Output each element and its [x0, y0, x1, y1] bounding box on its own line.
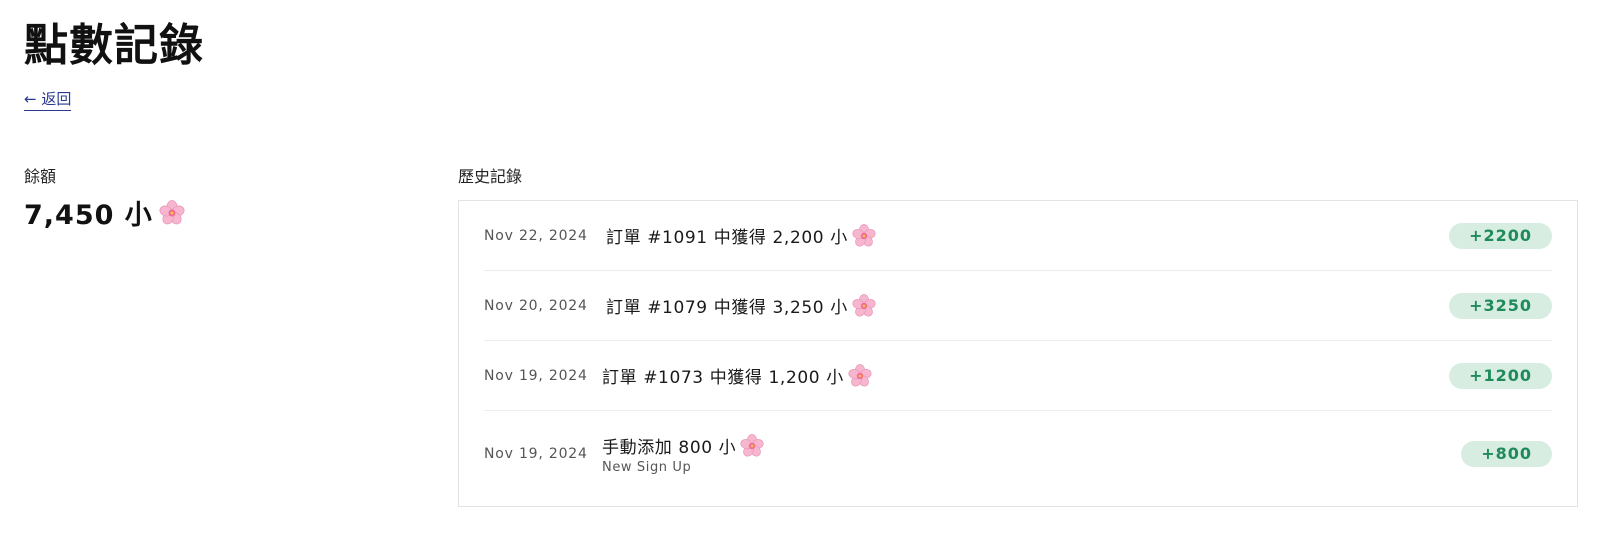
entry-description-main: 訂單 #1091 中獲得 2,200 小 — [606, 223, 1449, 248]
cherry-blossom-icon — [158, 199, 185, 226]
amount-badge: +3250 — [1449, 292, 1552, 319]
entry-date: Nov 22, 2024 — [484, 227, 588, 244]
amount-badge: +2200 — [1449, 222, 1552, 249]
history-row: Nov 20, 2024 訂單 #1079 中獲得 3,250 小 +3250 — [484, 271, 1552, 341]
entry-description-text: 訂單 #1091 中獲得 2,200 小 — [606, 228, 848, 248]
entry-description: 手動添加 800 小 New Sign Up — [602, 433, 1461, 475]
history-list: Nov 22, 2024 訂單 #1091 中獲得 2,200 小 +2200 … — [458, 200, 1578, 507]
entry-date: Nov 19, 2024 — [484, 446, 588, 462]
history-row: Nov 22, 2024 訂單 #1091 中獲得 2,200 小 +2200 — [484, 201, 1552, 271]
cherry-blossom-icon — [847, 363, 872, 388]
page-title: 點數記錄 — [24, 20, 204, 71]
cherry-blossom-icon — [740, 433, 765, 458]
entry-description: 訂單 #1079 中獲得 3,250 小 — [606, 293, 1449, 318]
history-row: Nov 19, 2024 訂單 #1073 中獲得 1,200 小 +1200 — [484, 341, 1552, 411]
history-row: Nov 19, 2024 手動添加 800 小 New Sign Up +800 — [484, 411, 1552, 497]
entry-description-text: 訂單 #1073 中獲得 1,200 小 — [602, 368, 844, 388]
amount-badge: +800 — [1461, 441, 1552, 467]
history-label: 歷史記錄 — [458, 167, 523, 186]
entry-description-text: 手動添加 800 小 — [602, 438, 737, 458]
balance-label: 餘額 — [24, 167, 57, 186]
entry-description-main: 訂單 #1079 中獲得 3,250 小 — [606, 293, 1449, 318]
entry-date: Nov 19, 2024 — [484, 367, 588, 384]
amount-badge: +1200 — [1449, 362, 1552, 389]
entry-subtitle: New Sign Up — [602, 460, 692, 475]
points-history-page: 點數記錄 ← 返回 餘額 7,450 小 歷史記錄 Nov 22, 2024 訂… — [0, 0, 1600, 538]
entry-description-text: 訂單 #1079 中獲得 3,250 小 — [606, 298, 848, 318]
balance-amount: 7,450 小 — [24, 200, 153, 231]
entry-description-main: 手動添加 800 小 — [602, 433, 1461, 458]
entry-date: Nov 20, 2024 — [484, 297, 588, 314]
entry-description-main: 訂單 #1073 中獲得 1,200 小 — [602, 363, 1449, 388]
entry-description: 訂單 #1091 中獲得 2,200 小 — [606, 223, 1449, 248]
back-link[interactable]: ← 返回 — [24, 88, 72, 111]
cherry-blossom-icon — [851, 293, 876, 318]
entry-description: 訂單 #1073 中獲得 1,200 小 — [602, 363, 1449, 388]
cherry-blossom-icon — [851, 223, 876, 248]
balance-value: 7,450 小 — [24, 193, 185, 232]
